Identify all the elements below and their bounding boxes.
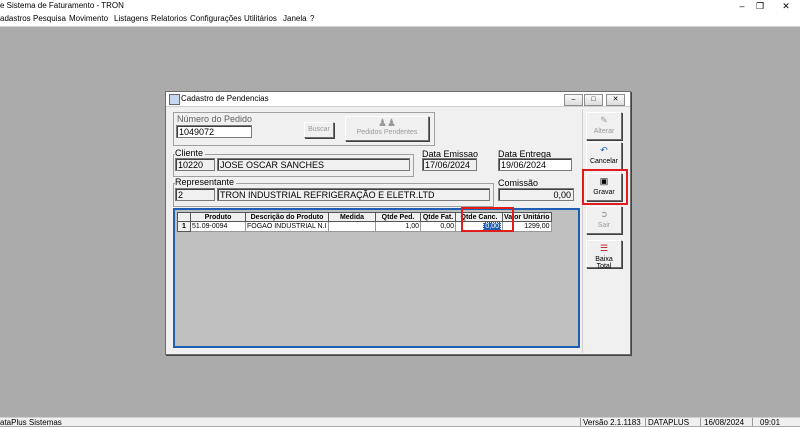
cell-medida[interactable]: [328, 221, 376, 232]
menu-pesquisa[interactable]: Pesquisa: [33, 14, 66, 23]
status-time: 09:01: [760, 418, 781, 427]
undo-icon: ↶: [600, 145, 608, 155]
comissao-label: Comissão: [498, 178, 539, 188]
grid-header-qtde-fat[interactable]: Qtde Fat.: [420, 212, 456, 222]
cancelar-label: Cancelar: [589, 158, 618, 165]
representante-codigo-field[interactable]: 2: [175, 188, 215, 201]
baixa-total-button[interactable]: ☰ Baixa Total: [586, 240, 622, 270]
app-title: e Sistema de Faturamento - TRON: [0, 1, 124, 10]
exit-door-icon: ➲: [600, 209, 608, 219]
cadastro-pendencias-dialog: Cadastro de Pendencias – □ ✕ Número do P…: [165, 91, 631, 355]
app-titlebar: e Sistema de Faturamento - TRON – ❐ ✕: [0, 0, 800, 12]
dialog-close-icon[interactable]: ✕: [606, 94, 625, 106]
cell-descricao[interactable]: FOGAO INDUSTRIAL N.I: [245, 221, 329, 232]
dialog-restore-icon[interactable]: □: [584, 94, 603, 106]
row-index: 1: [177, 221, 191, 232]
menu-relatorios[interactable]: Relatorios: [151, 14, 187, 23]
cell-qtde-ped[interactable]: 1,00: [375, 221, 421, 232]
baixa-total-icon: ☰: [599, 243, 609, 253]
sair-label: Sair: [597, 222, 611, 229]
status-date: 16/08/2024: [704, 418, 745, 427]
menu-cadastros[interactable]: adastros: [0, 14, 31, 23]
cliente-label: Cliente: [175, 148, 206, 158]
buscar-button[interactable]: Buscar: [304, 122, 334, 138]
dialog-title: Cadastro de Pendencias: [181, 94, 269, 103]
gravar-highlight: [582, 169, 628, 205]
pedidos-pendentes-button[interactable]: ♟♟ Pedidos Pendentes: [345, 116, 429, 141]
menu-help[interactable]: ?: [310, 14, 314, 23]
cancelar-button[interactable]: ↶ Cancelar: [586, 142, 622, 170]
numero-pedido-label: Número do Pedido: [177, 114, 253, 124]
comissao-field[interactable]: 0,00: [498, 188, 574, 201]
qtde-canc-highlight: [461, 207, 514, 232]
alterar-button[interactable]: ✎ Alterar: [586, 112, 622, 140]
status-company-left: ataPlus Sistemas: [0, 418, 62, 427]
menu-bar: adastros Pesquisa Movimento Listagens Re…: [0, 12, 800, 27]
status-dataplus: DATAPLUS: [648, 418, 690, 427]
dialog-minimize-icon[interactable]: –: [564, 94, 583, 106]
baixa-total-label: Baixa Total: [595, 256, 613, 270]
sair-button[interactable]: ➲ Sair: [586, 206, 622, 234]
people-icon: ♟♟: [378, 118, 396, 129]
edit-icon: ✎: [600, 115, 608, 125]
pedidos-pendentes-label: Pedidos Pendentes: [356, 129, 418, 136]
cliente-codigo-field[interactable]: 10220: [175, 158, 215, 171]
menu-utilitarios[interactable]: Utilitários: [244, 14, 277, 23]
alterar-label: Alterar: [593, 128, 615, 135]
representante-label: Representante: [175, 177, 237, 187]
menu-listagens[interactable]: Listagens: [114, 14, 148, 23]
grid-header-medida[interactable]: Medida: [328, 212, 376, 222]
dialog-titlebar: Cadastro de Pendencias – □ ✕: [166, 92, 630, 107]
numero-pedido-input[interactable]: 1049072: [176, 125, 252, 138]
close-icon[interactable]: ✕: [776, 0, 796, 12]
form-icon: [169, 94, 180, 105]
menu-janela[interactable]: Janela: [283, 14, 307, 23]
data-entrega-field[interactable]: 19/06/2024: [498, 158, 572, 171]
menu-movimento[interactable]: Movimento: [69, 14, 108, 23]
menu-configuracoes[interactable]: Configurações: [190, 14, 242, 23]
grid-header-descricao[interactable]: Descrição do Produto: [245, 212, 329, 222]
cell-produto[interactable]: 51.09-0094: [190, 221, 246, 232]
grid-header-qtde-ped[interactable]: Qtde Ped.: [375, 212, 421, 222]
status-version: Versão 2.1.1183: [583, 418, 641, 427]
minimize-icon[interactable]: –: [732, 0, 752, 12]
restore-icon[interactable]: ❐: [750, 0, 770, 12]
cell-qtde-fat[interactable]: 0,00: [420, 221, 456, 232]
data-emissao-field[interactable]: 17/06/2024: [422, 158, 477, 171]
cliente-nome-field[interactable]: JOSE OSCAR SANCHES: [217, 158, 410, 171]
representante-nome-field[interactable]: TRON INDUSTRIAL REFRIGERAÇÃO E ELETR.LTD: [217, 188, 490, 201]
grid-header-produto[interactable]: Produto: [190, 212, 246, 222]
itens-grid[interactable]: Produto Descrição do Produto Medida Qtde…: [173, 208, 580, 348]
grid-header-index: [177, 212, 191, 222]
